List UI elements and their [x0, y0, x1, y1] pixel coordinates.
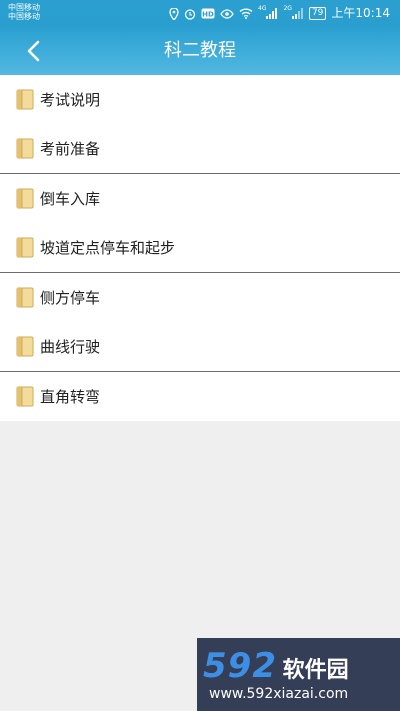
hd-icon: HD	[201, 8, 215, 19]
watermark-url: www.592xiazai.com	[209, 686, 349, 702]
network-2g-label: 2G	[283, 5, 292, 12]
battery-level: 79	[311, 8, 324, 18]
status-bar: 中国移动 中国移动 HD 4G 2G 79 上午10:14	[0, 0, 400, 27]
list-item[interactable]: 侧方停车	[0, 273, 400, 322]
carrier-line-1: 中国移动	[8, 3, 40, 12]
alarm-icon	[184, 8, 196, 20]
status-icons: HD 4G 2G 79 上午10:14	[169, 0, 390, 27]
watermark-number: 592	[203, 646, 277, 686]
list-item[interactable]: 曲线行驶	[0, 322, 400, 371]
watermark-logo: 592 软件园	[203, 646, 349, 686]
battery-icon: 79	[308, 7, 327, 20]
list-item[interactable]: 倒车入库	[0, 174, 400, 223]
folder-icon	[16, 386, 34, 407]
back-button[interactable]	[18, 36, 48, 66]
network-4g-label: 4G	[258, 5, 267, 12]
folder-icon	[16, 188, 34, 209]
list-item[interactable]: 直角转弯	[0, 372, 400, 421]
eye-icon	[220, 8, 234, 19]
list-item-label: 考前准备	[40, 140, 101, 158]
signal-4g-icon: 4G	[258, 5, 278, 19]
list-item[interactable]: 考试说明	[0, 75, 400, 124]
svg-text:HD: HD	[202, 10, 214, 18]
folder-icon	[16, 237, 34, 258]
folder-icon	[16, 287, 34, 308]
clock: 上午10:14	[331, 6, 390, 20]
list-item-label: 直角转弯	[40, 388, 101, 406]
carrier-info: 中国移动 中国移动	[8, 3, 40, 21]
chevron-left-icon	[27, 40, 40, 62]
folder-icon	[16, 89, 34, 110]
tutorial-list: 考试说明 考前准备 倒车入库 坡道定点停车和起步 侧方停车 曲线行驶 直角转弯	[0, 75, 400, 421]
folder-icon	[16, 138, 34, 159]
list-item-label: 侧方停车	[40, 289, 101, 307]
folder-icon	[16, 336, 34, 357]
watermark: 592 软件园 www.592xiazai.com	[197, 638, 400, 711]
location-icon	[169, 7, 179, 20]
page-title: 科二教程	[164, 40, 236, 61]
list-item-label: 倒车入库	[40, 190, 101, 208]
list-item-label: 考试说明	[40, 91, 101, 109]
signal-2g-icon: 2G	[283, 5, 303, 19]
list-item-label: 曲线行驶	[40, 338, 101, 356]
list-item[interactable]: 坡道定点停车和起步	[0, 223, 400, 272]
wifi-icon	[239, 8, 253, 19]
carrier-line-2: 中国移动	[8, 12, 40, 21]
list-item[interactable]: 考前准备	[0, 124, 400, 173]
watermark-text: 软件园	[282, 658, 349, 683]
title-bar: 科二教程	[0, 27, 400, 75]
list-item-label: 坡道定点停车和起步	[40, 239, 176, 257]
